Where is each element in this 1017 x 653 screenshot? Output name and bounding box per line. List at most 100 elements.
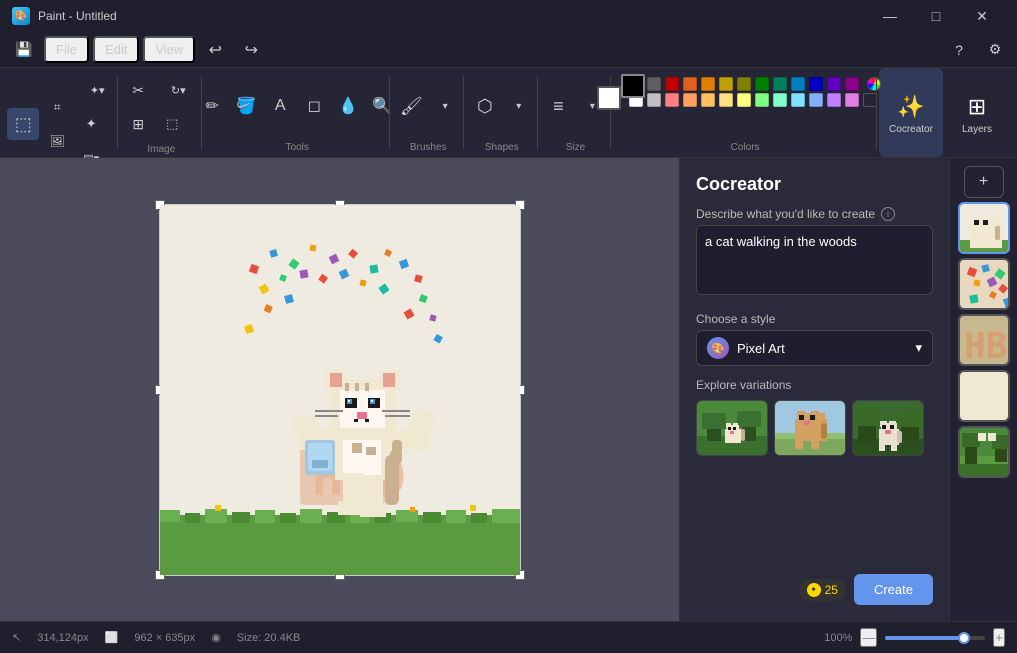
swatch-magenta[interactable] (845, 77, 859, 91)
swatch-red[interactable] (665, 77, 679, 91)
swatch-blue-light[interactable] (791, 77, 805, 91)
select-image-button[interactable]: 🖼 (41, 125, 73, 157)
save-icon[interactable]: 💾 (8, 34, 40, 66)
variation-2-svg (775, 401, 846, 456)
layer-thumb-3[interactable]: HBD (958, 314, 1010, 366)
variation-1-svg (697, 401, 768, 456)
eraser-button[interactable]: ◻ (298, 90, 330, 122)
layer-thumb-4[interactable] (958, 370, 1010, 422)
title-bar: 🎨 Paint - Untitled — □ ✕ (0, 0, 1017, 32)
fill-button[interactable]: 🪣 (230, 90, 262, 122)
select-rect-button[interactable]: ⬚ (7, 108, 39, 140)
create-button[interactable]: Create (854, 574, 933, 605)
brush-dropdown[interactable]: ▾ (429, 90, 461, 122)
swatch-lime[interactable] (755, 93, 769, 107)
svg-text:HBD: HBD (964, 326, 1010, 366)
swatch-tangerine[interactable] (701, 93, 715, 107)
layer-thumb-5[interactable] (958, 426, 1010, 478)
swatch-teal[interactable] (773, 77, 787, 91)
swatches-row1 (629, 77, 879, 91)
menu-view[interactable]: View (143, 36, 195, 63)
size-group: ≡ ▾ Size (540, 68, 612, 157)
size-button[interactable]: ≡ (542, 90, 574, 122)
crop-button[interactable]: ✂ (122, 74, 154, 106)
swatch-lavender[interactable] (809, 93, 823, 107)
swatch-peach[interactable] (683, 93, 697, 107)
swatch-cream[interactable] (719, 93, 733, 107)
redo-button[interactable]: ↪ (235, 34, 267, 66)
add-layer-button[interactable]: + (964, 166, 1004, 198)
swatch-transparent[interactable] (863, 93, 877, 107)
color-picker-button[interactable] (867, 77, 881, 91)
file-size-icon: ◉ (211, 631, 221, 644)
brushes-row: 🖌 ▾ (395, 74, 461, 138)
settings-button[interactable]: ⚙ (981, 36, 1009, 64)
pencil-button[interactable]: ✏ (196, 90, 228, 122)
coin-icon: ✦ (807, 583, 821, 597)
cocreator-ribbon-button[interactable]: ✨ Cocreator (879, 68, 943, 157)
swatch-yellow[interactable] (737, 93, 751, 107)
text-button[interactable]: A (264, 90, 296, 122)
canvas-image[interactable]: HBD (160, 205, 520, 575)
variation-thumb-3[interactable] (852, 400, 924, 456)
layer-thumb-1[interactable] (958, 202, 1010, 254)
describe-label: Describe what you'd like to create i (696, 207, 933, 221)
help-button[interactable]: ? (945, 36, 973, 64)
variation-thumb-2[interactable] (774, 400, 846, 456)
zoom-slider-thumb[interactable] (958, 632, 970, 644)
shapes-button[interactable]: ⬡ (469, 90, 501, 122)
select-magic-button[interactable]: ✦ (75, 108, 107, 140)
zoom-slider[interactable] (885, 636, 985, 640)
shapes-dropdown[interactable]: ▾ (503, 90, 535, 122)
swatch-sky[interactable] (791, 93, 805, 107)
layers-ribbon-button[interactable]: ⊞ Layers (945, 68, 1009, 157)
close-button[interactable]: ✕ (959, 0, 1005, 32)
select-freeform-button[interactable]: ⌗ (41, 91, 73, 123)
swatch-olive[interactable] (737, 77, 751, 91)
canvas-area: HBD (0, 158, 679, 621)
chevron-down-icon: ▾ (915, 340, 922, 356)
swatch-yellow-dark[interactable] (719, 77, 733, 91)
zoom-slider-fill (885, 636, 960, 640)
swatch-silver[interactable] (647, 93, 661, 107)
cursor-position: 314,124px (37, 632, 88, 644)
tools-group: ✏ 🪣 A ◻ 💧 🔍 Tools (204, 68, 390, 157)
foreground-color[interactable] (621, 74, 645, 98)
variation-thumb-1[interactable] (696, 400, 768, 456)
resize-button[interactable]: ⊞ (122, 108, 154, 140)
rotate-button[interactable]: ↻▾ (156, 74, 200, 106)
swatch-green[interactable] (755, 77, 769, 91)
layer-4-thumbnail (960, 372, 1010, 422)
undo-button[interactable]: ↩ (199, 34, 231, 66)
select-options-button[interactable]: ✦▾ (75, 74, 119, 106)
zoom-out-button[interactable]: — (860, 628, 877, 647)
maximize-button[interactable]: □ (913, 0, 959, 32)
swatch-violet[interactable] (827, 93, 841, 107)
size-label: Size (566, 138, 585, 153)
swatch-orange[interactable] (701, 77, 715, 91)
menu-file[interactable]: File (44, 36, 89, 63)
swatch-mint[interactable] (773, 93, 787, 107)
zoom-in-button[interactable]: + (993, 628, 1005, 647)
layer-thumb-2[interactable] (958, 258, 1010, 310)
cursor-icon: ↖ (12, 631, 21, 644)
swatch-gray[interactable] (647, 77, 661, 91)
swatch-purple[interactable] (827, 77, 841, 91)
prompt-input[interactable]: a cat walking in the woods (696, 225, 933, 295)
swatch-orange-dark[interactable] (683, 77, 697, 91)
menu-edit[interactable]: Edit (93, 36, 139, 63)
pixel-art-svg: HBD (160, 205, 520, 575)
style-dropdown[interactable]: 🎨 Pixel Art ▾ (696, 330, 933, 366)
eyedropper-button[interactable]: 💧 (332, 90, 364, 122)
swatch-blue[interactable] (809, 77, 823, 91)
explore-label: Explore variations (696, 378, 933, 392)
swatch-pink[interactable] (665, 93, 679, 107)
select2-button[interactable]: ⬚ (156, 108, 188, 140)
app-icon: 🎨 (12, 7, 30, 25)
info-icon[interactable]: i (881, 207, 895, 221)
background-color[interactable] (597, 86, 621, 110)
swatch-orchid[interactable] (845, 93, 859, 107)
minimize-button[interactable]: — (867, 0, 913, 32)
brushes-label: Brushes (410, 138, 447, 153)
brush-button[interactable]: 🖌 (395, 90, 427, 122)
